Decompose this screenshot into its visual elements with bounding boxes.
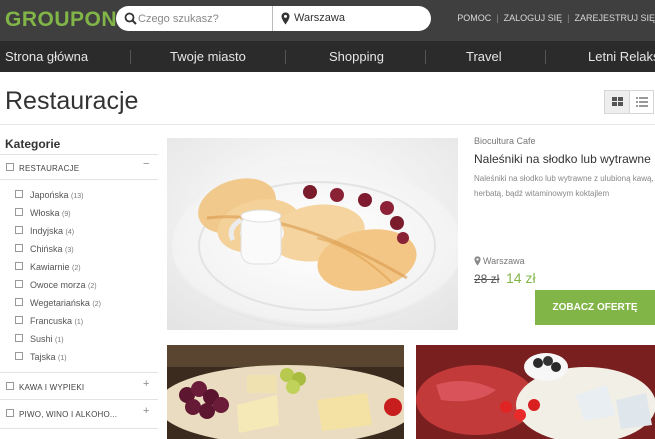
minus-icon[interactable]: −	[143, 158, 149, 170]
subcategory-checkbox[interactable]	[15, 298, 23, 306]
cheese-fruit-photo	[167, 345, 404, 439]
help-link[interactable]: POMOC	[457, 13, 491, 23]
groupon-logo[interactable]: GROUPON	[5, 8, 117, 32]
search-bar: Warszawa	[116, 6, 431, 31]
nav-item-your-city[interactable]: Twoje miasto	[170, 49, 246, 64]
deal-location: Warszawa	[483, 256, 525, 266]
category-restauracje[interactable]: RESTAURACJE	[19, 164, 79, 173]
grid-view-icon	[612, 97, 623, 106]
deal-merchant[interactable]: Biocultura Cafe	[474, 136, 536, 146]
sidebar-title: Kategorie	[5, 137, 61, 151]
category-kawa-i-wypieki[interactable]: KAWA I WYPIEKI	[19, 383, 84, 392]
link-separator: |	[496, 13, 499, 23]
plus-icon[interactable]: +	[143, 378, 149, 390]
subcategory-item[interactable]: Francuska (1)	[30, 316, 83, 326]
search-divider	[272, 6, 273, 31]
subcategory-checkbox[interactable]	[15, 352, 23, 360]
city-selector[interactable]: Warszawa	[294, 12, 345, 24]
deal-title[interactable]: Naleśniki na słodko lub wytrawne	[474, 152, 651, 166]
subcategory-item[interactable]: Japońska (13)	[30, 190, 84, 200]
nav-separator	[425, 50, 426, 64]
nav-separator	[545, 50, 546, 64]
view-toggle	[604, 90, 654, 114]
plus-icon[interactable]: +	[143, 405, 149, 417]
sidebar-divider	[0, 179, 158, 180]
subcategory-checkbox[interactable]	[15, 226, 23, 234]
title-divider	[0, 124, 655, 125]
subcategory-checkbox[interactable]	[15, 190, 23, 198]
nav-item-home[interactable]: Strona główna	[5, 49, 88, 64]
category-checkbox[interactable]	[6, 382, 14, 390]
deal-thumbnail[interactable]	[416, 345, 655, 439]
category-checkbox[interactable]	[6, 163, 14, 171]
sidebar-divider	[0, 154, 158, 155]
new-price: 14 zł	[506, 270, 536, 286]
subcategory-checkbox[interactable]	[15, 316, 23, 324]
subcategory-item[interactable]: Kawiarnie (2)	[30, 262, 81, 272]
location-pin-icon	[281, 12, 290, 25]
page-title: Restauracje	[5, 87, 139, 115]
list-view-icon	[636, 97, 648, 107]
search-icon[interactable]	[124, 12, 137, 25]
see-offer-button[interactable]: ZOBACZ OFERTĘ	[535, 290, 655, 325]
nav-separator	[130, 50, 131, 64]
subcategory-item[interactable]: Indyjska (4)	[30, 226, 74, 236]
subcategory-checkbox[interactable]	[15, 208, 23, 216]
nav-item-shopping[interactable]: Shopping	[329, 49, 384, 64]
sidebar-divider	[0, 372, 158, 373]
search-input[interactable]	[138, 10, 268, 27]
register-link[interactable]: ZAREJESTRUJ SIĘ	[574, 13, 655, 23]
deal-description: Naleśniki na słodko lub wytrawne z ulubi…	[474, 174, 654, 198]
link-separator: |	[567, 13, 570, 23]
antipasti-photo	[416, 345, 655, 439]
subcategory-item[interactable]: Wegetariańska (2)	[30, 298, 101, 308]
subcategory-checkbox[interactable]	[15, 334, 23, 342]
category-checkbox[interactable]	[6, 409, 14, 417]
subcategory-item[interactable]: Tajska (1)	[30, 352, 67, 362]
subcategory-item[interactable]: Włoska (9)	[30, 208, 71, 218]
nav-item-travel[interactable]: Travel	[466, 49, 502, 64]
deal-image[interactable]	[167, 138, 458, 330]
nav-item-summer-relax[interactable]: Letni Relaks	[588, 49, 655, 64]
list-view-button[interactable]	[630, 91, 654, 113]
old-price: 28 zł	[474, 272, 500, 286]
sidebar-divider	[0, 399, 158, 400]
sidebar-divider	[0, 428, 158, 429]
pancakes-photo	[167, 138, 458, 330]
subcategory-item[interactable]: Sushi (1)	[30, 334, 64, 344]
top-bar: GROUPON Warszawa POMOC | ZALOGUJ SIĘ | ZAREJ…	[0, 0, 655, 41]
location-pin-icon	[474, 256, 481, 266]
subcategory-item[interactable]: Owoce morza (2)	[30, 280, 97, 290]
subcategory-checkbox[interactable]	[15, 262, 23, 270]
category-piwo-wino[interactable]: PIWO, WINO I ALKOHO...	[19, 410, 117, 419]
subcategory-checkbox[interactable]	[15, 280, 23, 288]
login-link[interactable]: ZALOGUJ SIĘ	[504, 13, 563, 23]
nav-separator	[285, 50, 286, 64]
subcategory-item[interactable]: Chińska (3)	[30, 244, 74, 254]
grid-view-button[interactable]	[605, 91, 630, 113]
main-nav: Strona główna Twoje miasto Shopping Trav…	[0, 41, 655, 72]
subcategory-checkbox[interactable]	[15, 244, 23, 252]
deal-thumbnail[interactable]	[167, 345, 404, 439]
account-links: POMOC | ZALOGUJ SIĘ | ZAREJESTRUJ SIĘ	[457, 13, 655, 23]
